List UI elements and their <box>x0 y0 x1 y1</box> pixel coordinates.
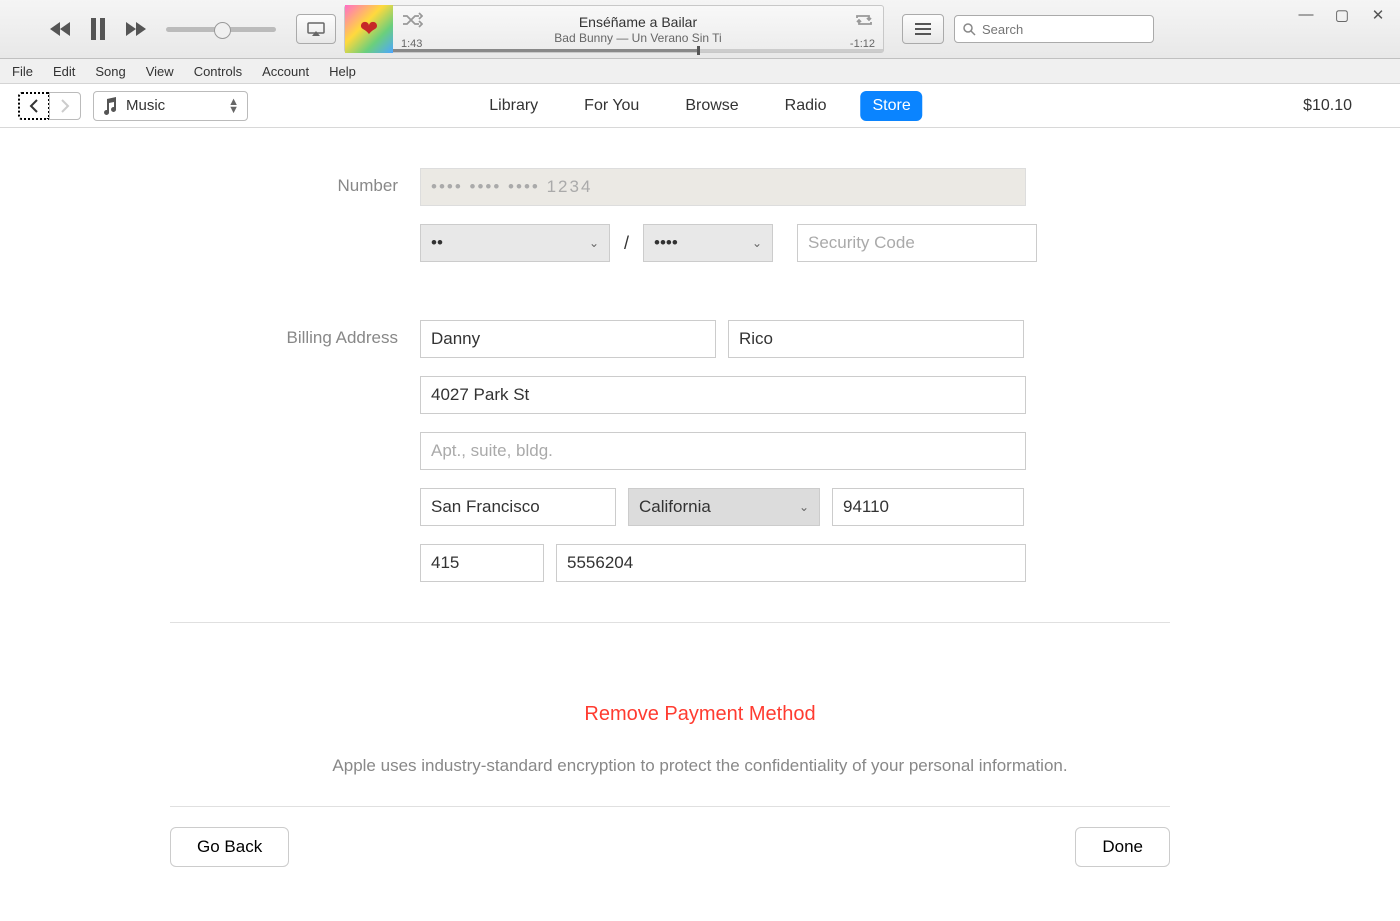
close-button[interactable]: ✕ <box>1366 6 1390 24</box>
security-code-input[interactable] <box>797 224 1037 262</box>
minimize-button[interactable]: — <box>1294 6 1318 24</box>
account-balance[interactable]: $10.10 <box>1303 97 1352 115</box>
menu-account[interactable]: Account <box>262 64 309 79</box>
navbar: Music ▲▼ Library For You Browse Radio St… <box>0 84 1400 128</box>
window-controls: — ▢ ✕ <box>1294 6 1390 24</box>
now-playing-lcd: Enséñame a Bailar Bad Bunny — Un Verano … <box>344 5 884 53</box>
street-address-2-input[interactable] <box>420 432 1026 470</box>
media-type-label: Music <box>126 97 165 114</box>
menu-controls[interactable]: Controls <box>194 64 242 79</box>
chevron-down-icon: ⌄ <box>589 236 599 250</box>
search-box[interactable] <box>954 15 1154 43</box>
menubar: File Edit Song View Controls Account Hel… <box>0 59 1400 84</box>
progress-bar[interactable] <box>393 49 883 52</box>
tab-radio[interactable]: Radio <box>773 91 839 121</box>
airplay-button[interactable] <box>296 14 336 44</box>
nav-back-button[interactable] <box>18 92 50 120</box>
menu-song[interactable]: Song <box>95 64 125 79</box>
search-icon <box>963 23 976 36</box>
label-card-number: Number <box>170 168 420 196</box>
divider <box>170 622 1170 623</box>
expiry-month-value: •• <box>431 233 443 253</box>
maximize-button[interactable]: ▢ <box>1330 6 1354 24</box>
phone-area-input[interactable] <box>420 544 544 582</box>
done-button[interactable]: Done <box>1075 827 1170 867</box>
titlebar: Enséñame a Bailar Bad Bunny — Un Verano … <box>0 0 1400 59</box>
search-input[interactable] <box>982 22 1158 37</box>
tab-store[interactable]: Store <box>860 91 922 121</box>
up-next-button[interactable] <box>902 14 944 44</box>
remove-payment-method-link[interactable]: Remove Payment Method <box>0 703 1400 726</box>
street-address-input[interactable] <box>420 376 1026 414</box>
nav-tabs: Library For You Browse Radio Store <box>477 91 922 121</box>
expiry-month-select[interactable]: •• ⌄ <box>420 224 610 262</box>
pause-button[interactable] <box>90 18 106 40</box>
card-number-input[interactable] <box>420 168 1026 206</box>
music-note-icon <box>102 97 118 115</box>
last-name-input[interactable] <box>728 320 1024 358</box>
state-value: California <box>639 497 711 517</box>
menu-help[interactable]: Help <box>329 64 356 79</box>
state-select[interactable]: California ⌄ <box>628 488 820 526</box>
phone-number-input[interactable] <box>556 544 1026 582</box>
track-artist: Bad Bunny — Un Verano Sin Ti <box>393 31 883 45</box>
chevron-down-icon: ⌄ <box>799 500 809 514</box>
album-art[interactable] <box>345 5 393 53</box>
chevron-down-icon: ⌄ <box>752 236 762 250</box>
media-type-picker[interactable]: Music ▲▼ <box>93 91 248 121</box>
menu-view[interactable]: View <box>146 64 174 79</box>
go-back-button[interactable]: Go Back <box>170 827 289 867</box>
previous-track-button[interactable] <box>50 21 72 37</box>
menu-edit[interactable]: Edit <box>53 64 75 79</box>
first-name-input[interactable] <box>420 320 716 358</box>
expiry-year-select[interactable]: •••• ⌄ <box>643 224 773 262</box>
city-input[interactable] <box>420 488 616 526</box>
tab-browse[interactable]: Browse <box>673 91 750 121</box>
chevron-updown-icon: ▲▼ <box>228 98 239 114</box>
nav-forward-button[interactable] <box>49 92 81 120</box>
tab-library[interactable]: Library <box>477 91 550 121</box>
menu-file[interactable]: File <box>12 64 33 79</box>
bottom-button-bar: Go Back Done <box>170 806 1170 887</box>
tab-for-you[interactable]: For You <box>572 91 651 121</box>
playback-controls <box>50 18 146 40</box>
next-track-button[interactable] <box>124 21 146 37</box>
shuffle-icon[interactable] <box>401 12 423 28</box>
expiry-year-value: •••• <box>654 233 678 253</box>
store-content-scroll[interactable]: Number •• ⌄ / •••• ⌄ <box>0 128 1400 921</box>
zip-input[interactable] <box>832 488 1024 526</box>
repeat-icon[interactable] <box>853 12 875 28</box>
track-title: Enséñame a Bailar <box>393 14 883 30</box>
encryption-disclaimer: Apple uses industry-standard encryption … <box>0 756 1400 776</box>
label-billing-address: Billing Address <box>170 320 420 348</box>
volume-slider[interactable] <box>166 27 276 32</box>
expiry-divider: / <box>622 233 631 254</box>
